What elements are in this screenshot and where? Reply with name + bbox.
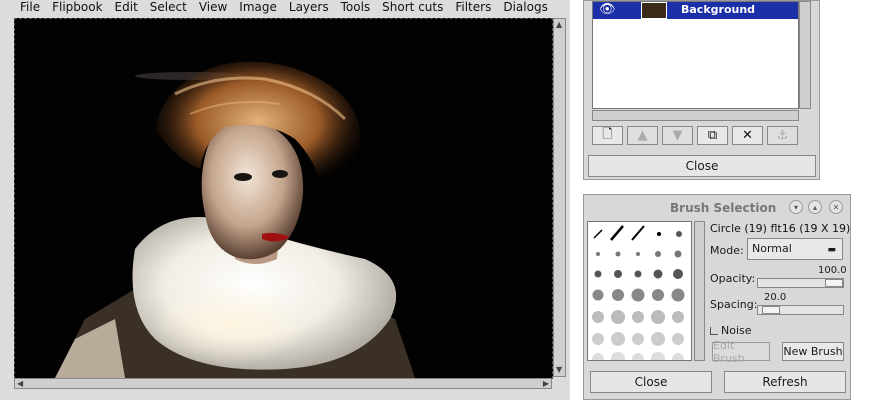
layers-close-button[interactable]: Close <box>588 155 816 177</box>
menu-edit[interactable]: Edit <box>109 0 144 16</box>
brush-selected-info: Circle (19) flt16 (19 X 19) <box>710 222 851 235</box>
brush-dialog-title: Brush Selection <box>670 201 777 215</box>
delete-layer-icon[interactable]: ✕ <box>732 126 763 145</box>
layers-vertical-scrollbar[interactable] <box>799 1 811 109</box>
layers-dialog: 👁 Background 🗋 ▲ ▼ ⧉ ✕ ⚓ Close <box>583 0 820 180</box>
menu-layers[interactable]: Layers <box>283 0 335 16</box>
layer-toolbar: 🗋 ▲ ▼ ⧉ ✕ ⚓ <box>592 126 798 145</box>
brush-selection-dialog: Brush Selection ▾ ▴ ✕ Circle (19) flt16 … <box>583 194 851 400</box>
menu-select[interactable]: Select <box>144 0 193 16</box>
duplicate-layer-icon[interactable]: ⧉ <box>697 126 728 145</box>
menu-file[interactable]: File <box>14 0 46 16</box>
layer-name: Background <box>681 3 756 16</box>
opacity-label: Opacity: <box>710 272 756 285</box>
mode-label: Mode: <box>710 244 744 257</box>
new-brush-button[interactable]: New Brush <box>782 342 844 361</box>
chevron-down-icon[interactable]: ▾ <box>789 200 803 214</box>
scroll-right-icon[interactable]: ▶ <box>543 380 549 388</box>
brush-vertical-scrollbar[interactable] <box>694 221 705 361</box>
lower-layer-icon[interactable]: ▼ <box>662 126 693 145</box>
portrait-photo <box>15 19 552 378</box>
noise-toggle[interactable]: Noise <box>710 324 752 337</box>
scroll-down-icon[interactable]: ▼ <box>556 366 562 374</box>
image-window: File Flipbook Edit Select View Image Lay… <box>0 0 570 400</box>
image-canvas[interactable] <box>14 18 553 379</box>
layers-horizontal-scrollbar[interactable] <box>592 110 799 121</box>
menubar: File Flipbook Edit Select View Image Lay… <box>14 0 554 16</box>
opacity-slider[interactable] <box>757 278 844 288</box>
layer-thumbnail <box>641 2 667 19</box>
brush-grid[interactable] <box>587 221 692 361</box>
scroll-up-icon[interactable]: ▲ <box>556 21 562 29</box>
spacing-slider[interactable] <box>757 305 844 315</box>
dropdown-icon: ▬ <box>827 245 836 255</box>
brush-close-button[interactable]: Close <box>590 371 712 393</box>
layer-list[interactable]: 👁 Background <box>592 1 799 109</box>
brush-refresh-button[interactable]: Refresh <box>724 371 846 393</box>
eye-icon[interactable]: 👁 <box>599 3 616 17</box>
canvas-horizontal-scrollbar[interactable]: ◀ ▶ <box>14 378 552 389</box>
scroll-left-icon[interactable]: ◀ <box>17 380 23 388</box>
menu-tools[interactable]: Tools <box>335 0 377 16</box>
brush-thumbnails <box>592 225 685 360</box>
raise-layer-icon[interactable]: ▲ <box>627 126 658 145</box>
menu-filters[interactable]: Filters <box>449 0 497 16</box>
opacity-value: 100.0 <box>818 265 847 276</box>
mode-value: Normal <box>752 242 792 255</box>
menu-dialogs[interactable]: Dialogs <box>497 0 553 16</box>
noise-label: Noise <box>721 324 752 337</box>
canvas-vertical-scrollbar[interactable]: ▲ ▼ <box>553 18 566 377</box>
spacing-slider-thumb[interactable] <box>762 306 780 314</box>
new-layer-icon[interactable]: 🗋 <box>592 126 623 145</box>
menu-image[interactable]: Image <box>233 0 283 16</box>
layer-row-background[interactable]: 👁 Background <box>593 2 798 19</box>
menu-flipbook[interactable]: Flipbook <box>46 0 108 16</box>
spacing-label: Spacing: <box>710 298 758 311</box>
noise-checkbox[interactable] <box>710 326 718 335</box>
brush-titlebar: Brush Selection ▾ ▴ ✕ <box>584 195 850 219</box>
spacing-value: 20.0 <box>764 292 787 303</box>
menu-view[interactable]: View <box>193 0 233 16</box>
anchor-layer-icon[interactable]: ⚓ <box>767 126 798 145</box>
edit-brush-button[interactable]: Edit Brush <box>712 339 770 365</box>
menu-short-cuts[interactable]: Short cuts <box>376 0 449 16</box>
close-icon[interactable]: ✕ <box>829 200 843 214</box>
mode-select[interactable]: Normal ▬ <box>747 238 843 260</box>
chevron-up-icon[interactable]: ▴ <box>808 200 822 214</box>
opacity-slider-thumb[interactable] <box>825 279 843 287</box>
